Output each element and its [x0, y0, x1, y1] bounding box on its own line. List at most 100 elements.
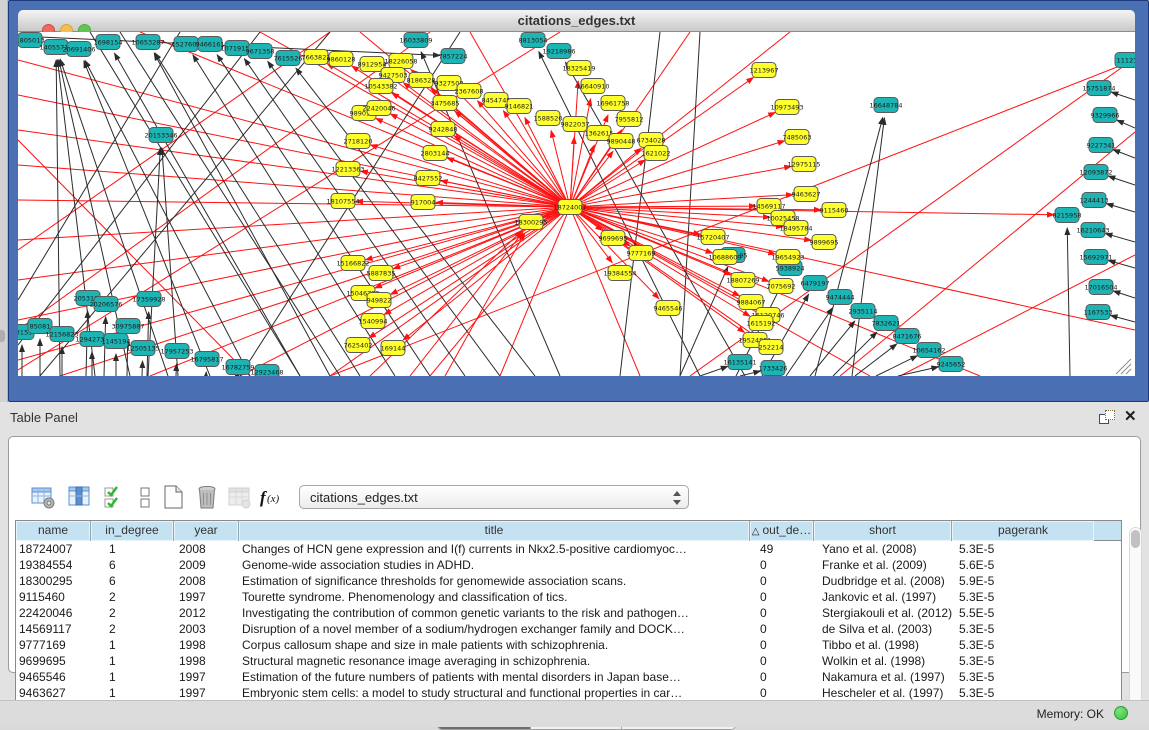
graph-node[interactable]: 1213967: [750, 63, 779, 78]
graph-node[interactable]: 20206576: [89, 297, 122, 312]
graph-node[interactable]: 7955812: [615, 112, 644, 127]
new-table-icon[interactable]: [159, 483, 187, 511]
graph-node[interactable]: 19384554: [603, 266, 636, 281]
graph-node[interactable]: 1588520: [534, 111, 563, 126]
graph-node[interactable]: 16648784: [869, 98, 902, 113]
graph-node[interactable]: 2935114: [849, 304, 878, 319]
graph-node[interactable]: 1698154: [94, 35, 123, 50]
graph-node[interactable]: 12156823: [45, 327, 78, 342]
graph-node[interactable]: 6479197: [801, 276, 830, 291]
graph-node[interactable]: 20691406: [62, 42, 95, 57]
graph-node[interactable]: 9329966: [1091, 108, 1120, 123]
graph-node[interactable]: 7075692: [767, 279, 796, 294]
graph-node[interactable]: 7485063: [783, 130, 812, 145]
table-row[interactable]: 2242004622012Investigating the contribut…: [16, 605, 1121, 621]
graph-node[interactable]: 917004: [411, 195, 436, 210]
graph-node[interactable]: 11123: [1115, 53, 1135, 68]
graph-node[interactable]: 16033809: [399, 33, 432, 48]
graph-node[interactable]: 8813054: [519, 33, 548, 48]
graph-node[interactable]: 15166822: [336, 256, 369, 271]
graph-node[interactable]: 252214: [759, 340, 784, 355]
graph-node[interactable]: 10973493: [770, 100, 803, 115]
graph-node[interactable]: 9465546: [654, 301, 683, 316]
graph-node[interactable]: 18807269: [726, 273, 759, 288]
table-row[interactable]: 977716911998Corpus callosum shape and si…: [16, 637, 1121, 653]
graph-node[interactable]: 949822: [367, 293, 392, 308]
graph-node[interactable]: 16795817: [190, 352, 223, 367]
show-columns-icon[interactable]: [65, 483, 93, 511]
graph-node[interactable]: 16961758: [596, 96, 629, 111]
graph-node[interactable]: 7625402: [344, 338, 373, 353]
column-header-out_de[interactable]: △out_de…: [750, 521, 814, 541]
close-panel-icon[interactable]: ✕: [1124, 407, 1137, 425]
table-scrollbar-thumb[interactable]: [1131, 530, 1140, 548]
graph-node[interactable]: 9463627: [792, 187, 821, 202]
function-builder-icon[interactable]: f (x): [257, 483, 285, 511]
graph-node[interactable]: 1733426: [759, 361, 788, 376]
graph-node[interactable]: 12505135: [126, 341, 159, 356]
graph-node[interactable]: 12213363: [331, 162, 364, 177]
column-header-name[interactable]: name: [16, 521, 91, 541]
graph-node[interactable]: 1615192: [747, 316, 776, 331]
graph-node[interactable]: 1244413: [1080, 193, 1109, 208]
graph-node[interactable]: 18107554: [326, 194, 359, 209]
graph-node[interactable]: 15692971: [1079, 250, 1112, 265]
graph-node[interactable]: 30975887: [111, 319, 144, 334]
graph-node[interactable]: 18226058: [384, 54, 417, 69]
graph-node[interactable]: 10688609: [708, 250, 741, 265]
column-header-title[interactable]: title: [239, 521, 750, 541]
graph-node[interactable]: 10654162: [912, 343, 945, 358]
table-row[interactable]: 946554611997Estimation of the future num…: [16, 669, 1121, 685]
resize-grip-icon[interactable]: [1116, 359, 1131, 374]
graph-node[interactable]: 16640910: [576, 79, 609, 94]
graph-node[interactable]: 17359928: [132, 292, 165, 307]
table-mode-icon[interactable]: [29, 483, 57, 511]
graph-node[interactable]: 18724007: [553, 200, 586, 215]
table-row[interactable]: 1872400712008Changes of HCN gene express…: [16, 541, 1121, 557]
graph-node[interactable]: 15751874: [1082, 81, 1115, 96]
graph-node[interactable]: 9671358: [246, 44, 275, 59]
graph-node[interactable]: 12975115: [787, 157, 820, 172]
graph-node[interactable]: 5887835: [367, 266, 396, 281]
table-row[interactable]: 969969511998Structural magnetic resonanc…: [16, 653, 1121, 669]
graph-node[interactable]: 9899695: [810, 235, 839, 250]
column-header-short[interactable]: short: [814, 521, 952, 541]
graph-node[interactable]: 9245652: [937, 357, 966, 372]
delete-column-icon[interactable]: [225, 483, 253, 511]
graph-node[interactable]: 2718120: [344, 134, 373, 149]
split-pane-handle[interactable]: [0, 330, 5, 342]
delete-table-icon[interactable]: [193, 483, 221, 511]
graph-node[interactable]: 169144: [381, 341, 406, 356]
graph-node[interactable]: 12923468: [250, 365, 283, 377]
table-scrollbar[interactable]: [1129, 527, 1142, 705]
graph-node[interactable]: 19218986: [542, 44, 575, 59]
graph-node[interactable]: 9860128: [327, 52, 356, 67]
graph-node[interactable]: 20153346: [144, 128, 177, 143]
graph-node[interactable]: 9777169: [627, 246, 656, 261]
graph-node[interactable]: 1621022: [642, 146, 671, 161]
graph-node[interactable]: 7857224: [439, 49, 468, 64]
graph-node[interactable]: 1540994: [359, 314, 388, 329]
graph-node[interactable]: 10653287: [131, 35, 164, 50]
graph-node[interactable]: 7615526: [274, 51, 303, 66]
column-header-year[interactable]: year: [174, 521, 239, 541]
column-header-pagerank[interactable]: pagerank: [952, 521, 1094, 541]
graph-node[interactable]: 3475685: [431, 96, 460, 111]
graph-node[interactable]: 10543382: [364, 79, 397, 94]
graph-node[interactable]: 22420046: [362, 101, 395, 116]
graph-node[interactable]: 9242848: [429, 122, 458, 137]
graph-node[interactable]: 9474444: [826, 290, 855, 305]
graph-node[interactable]: 16135141: [723, 355, 756, 370]
graph-node[interactable]: 19654923: [771, 250, 804, 265]
graph-node[interactable]: 15720407: [696, 230, 729, 245]
table-row[interactable]: 946362711997Embryonic stem cells: a mode…: [16, 685, 1121, 701]
network-window-titlebar[interactable]: citations_edges.txt: [18, 10, 1135, 32]
graph-node[interactable]: 7832621: [872, 316, 901, 331]
graph-node[interactable]: 18325419: [562, 61, 595, 76]
graph-node[interactable]: 18495784: [779, 221, 812, 236]
table-row[interactable]: 1830029562008Estimation of significance …: [16, 573, 1121, 589]
graph-node[interactable]: 9115460: [820, 203, 849, 218]
graph-node[interactable]: 8471676: [893, 329, 922, 344]
graph-node[interactable]: 1167533: [1084, 305, 1113, 320]
graph-node[interactable]: 9227341: [1087, 138, 1116, 153]
